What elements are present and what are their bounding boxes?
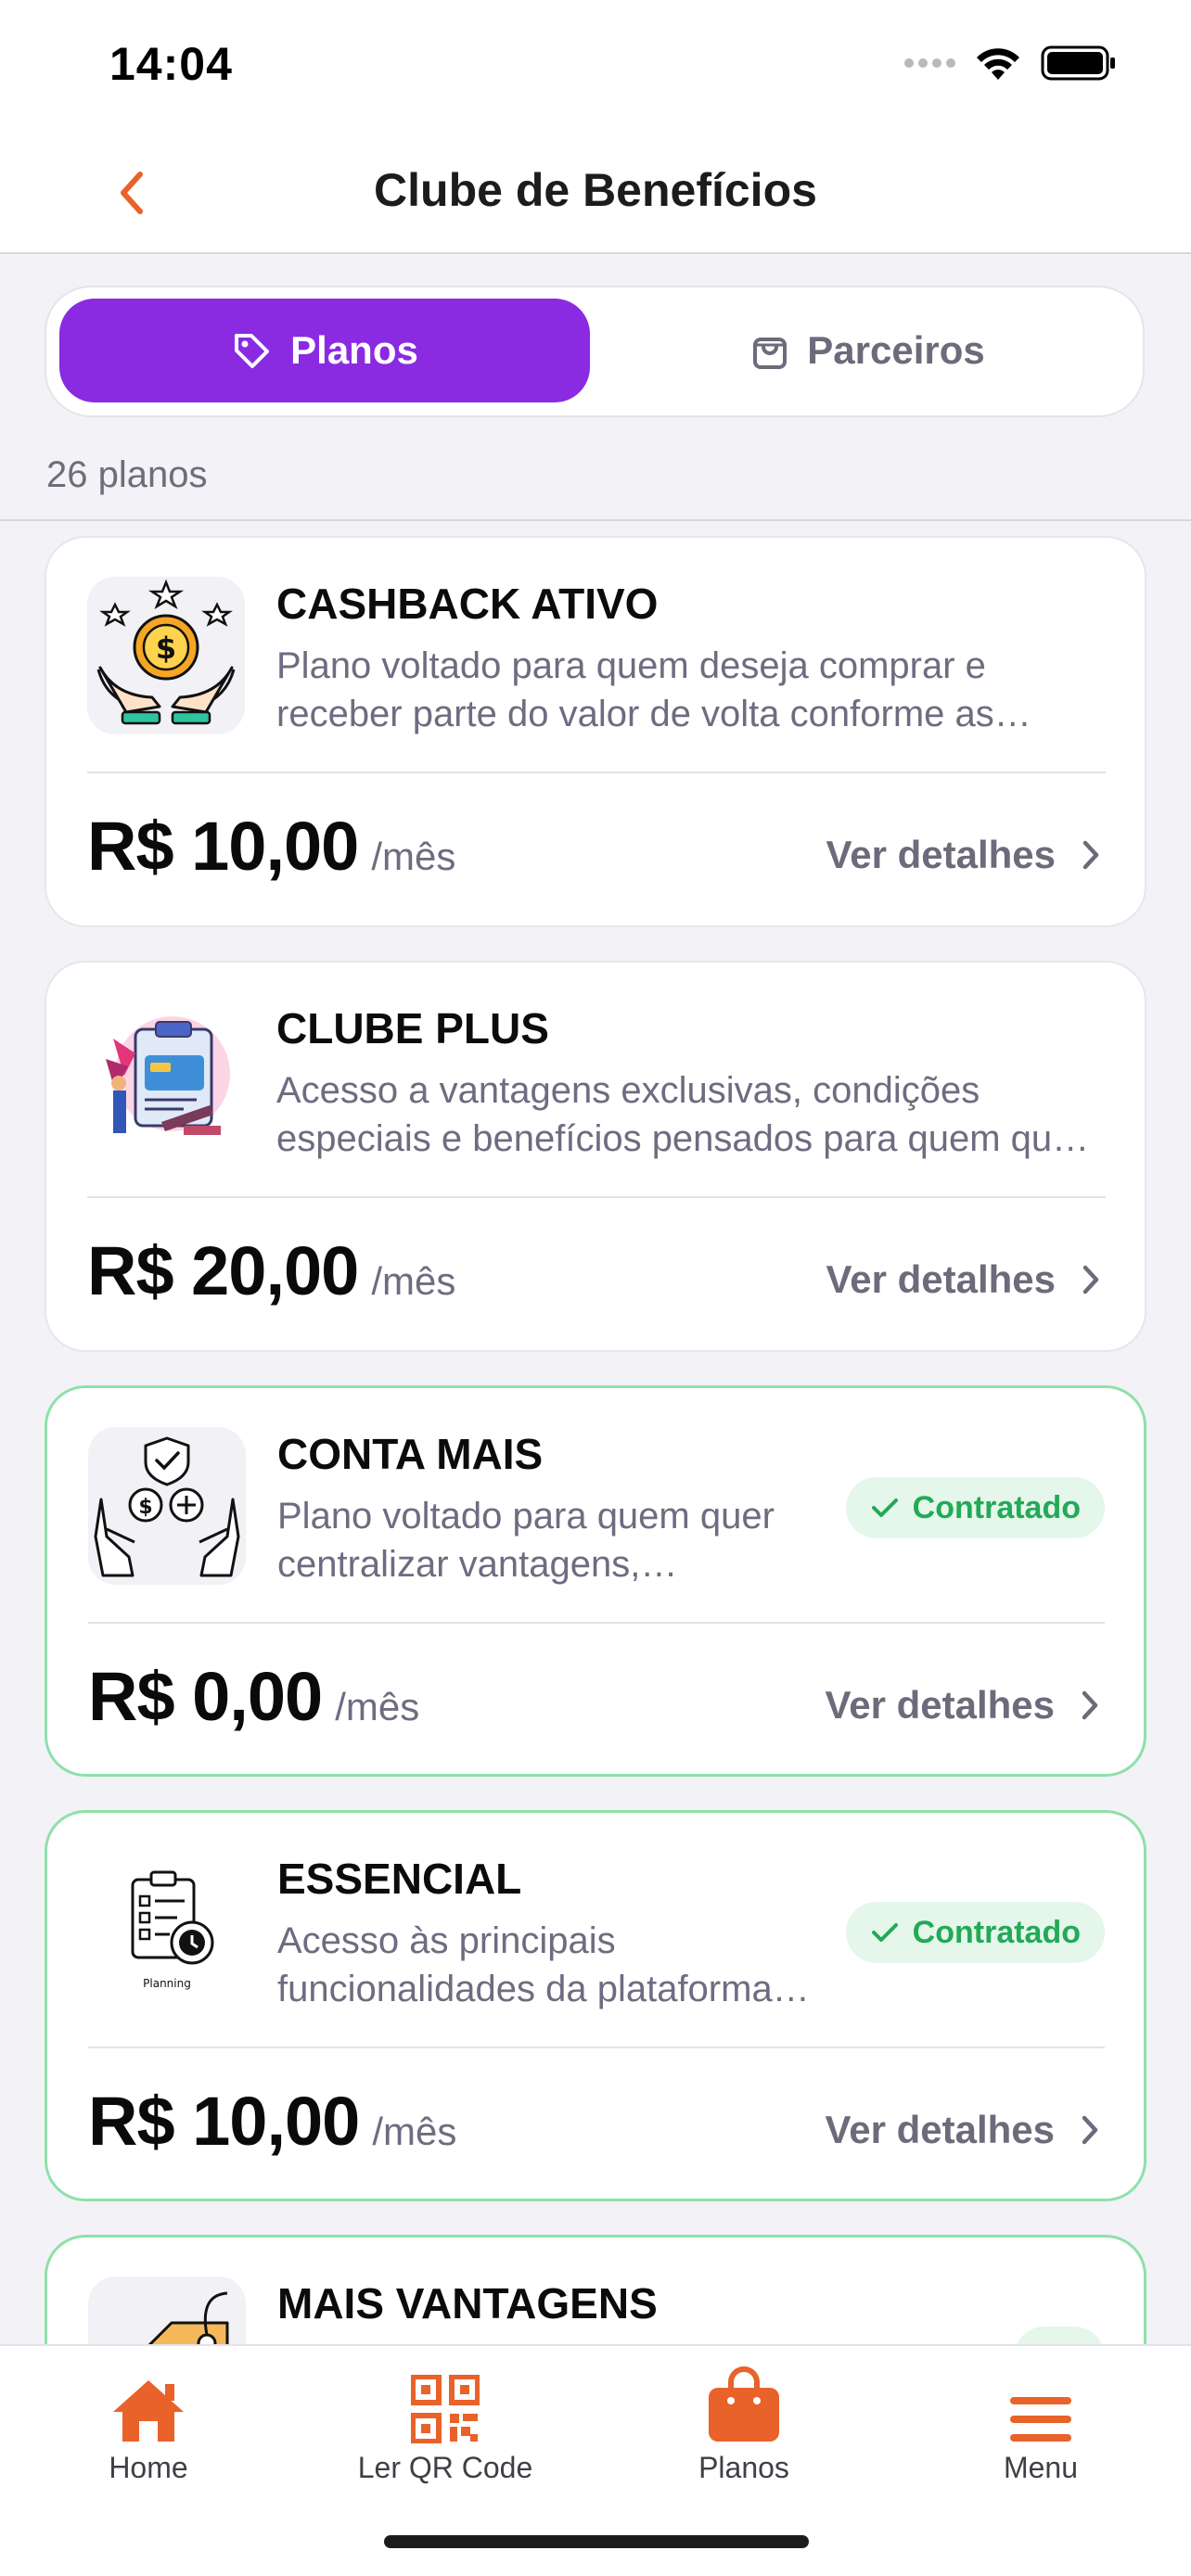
divider xyxy=(88,2047,1105,2048)
chevron-right-icon xyxy=(1082,1265,1099,1294)
navigation-bar: Clube de Benefícios xyxy=(0,130,1191,254)
view-details-label: Ver detalhes xyxy=(826,1257,1056,1301)
divider xyxy=(87,1196,1106,1198)
shopping-bag-icon xyxy=(709,2366,779,2442)
plan-card[interactable]: MAIS VANTAGENS xyxy=(45,2235,1146,2344)
divider xyxy=(88,1622,1105,1624)
view-details-label: Ver detalhes xyxy=(826,833,1056,876)
plan-description: Plano voltado para quem deseja comprar e… xyxy=(276,645,994,734)
planning-icon: Planning xyxy=(131,1870,214,1990)
plan-card[interactable]: $ CASHBACK ATIVO Plano voltado para quem… xyxy=(45,536,1146,927)
price-value: R$ 0,00 xyxy=(88,1658,323,1735)
plan-card[interactable]: Planning ESSENCIAL Acesso às principais … xyxy=(45,1810,1146,2201)
plans-count: 26 planos xyxy=(46,454,208,495)
shopping-bag-icon xyxy=(753,338,788,369)
cashback-hands-icon: $ xyxy=(87,577,245,734)
wifi-icon xyxy=(977,48,1019,80)
battery-icon xyxy=(1041,45,1115,81)
svg-text:$: $ xyxy=(156,631,176,666)
plan-description: Acesso a vantagens exclusivas, condições… xyxy=(276,1070,1085,1159)
plan-thumbnail: $ xyxy=(88,1427,246,1585)
divider xyxy=(87,772,1106,773)
price-value: R$ 20,00 xyxy=(87,1232,359,1309)
price-value: R$ 10,00 xyxy=(88,2083,360,2160)
price-tag-icon xyxy=(88,2276,246,2344)
tab-parceiros[interactable]: Parceiros xyxy=(603,299,1133,402)
view-details-label: Ver detalhes xyxy=(825,2108,1055,2151)
cellular-signal-icon xyxy=(904,58,955,68)
home-icon xyxy=(113,2380,184,2442)
plans-list[interactable]: $ CASHBACK ATIVO Plano voltado para quem… xyxy=(0,521,1191,2344)
plan-name: CLUBE PLUS xyxy=(276,1004,549,1052)
plan-name: MAIS VANTAGENS xyxy=(277,2279,658,2327)
segmented-control: Planos Parceiros xyxy=(45,286,1145,417)
price-period: /mês xyxy=(371,835,456,878)
plan-thumbnail xyxy=(87,1001,245,1159)
view-details-button[interactable]: Ver detalhes xyxy=(826,833,1100,877)
plan-card[interactable]: $ CONTA MAIS Plano voltado para quem que… xyxy=(45,1385,1146,1777)
plan-thumbnail xyxy=(88,2276,246,2344)
clipboard-card-icon xyxy=(106,1016,230,1135)
plan-price: R$ 10,00 /mês xyxy=(87,807,455,886)
chevron-right-icon xyxy=(1082,840,1099,870)
plan-price: R$ 20,00 /mês xyxy=(87,1231,455,1310)
money-exchange-icon: $ xyxy=(88,1427,246,1585)
tab-planos-label: Planos xyxy=(290,328,418,372)
plan-description: Plano voltado para quem quer centralizar… xyxy=(277,1496,775,1585)
view-details-button[interactable]: Ver detalhes xyxy=(826,2108,1099,2152)
tabbar-item-planos[interactable]: Planos xyxy=(623,2365,864,2485)
plan-price: R$ 0,00 /mês xyxy=(88,1657,419,1736)
contracted-badge xyxy=(1014,2327,1105,2344)
price-period: /mês xyxy=(335,1685,420,1728)
svg-text:$: $ xyxy=(138,1496,152,1519)
menu-icon xyxy=(1010,2397,1071,2442)
plan-description: Acesso às principais funcionalidades da … xyxy=(277,1920,773,2009)
status-bar: 14:04 xyxy=(0,0,1191,130)
contracted-badge: Contratado xyxy=(845,1477,1105,1538)
chevron-right-icon xyxy=(1082,1690,1098,1720)
tabbar-item-qr-code[interactable]: Ler QR Code xyxy=(325,2365,566,2485)
plan-name: CASHBACK ATIVO xyxy=(276,580,659,628)
qr-code-icon xyxy=(411,2375,480,2443)
tabbar-label: Ler QR Code xyxy=(357,2451,533,2484)
tabbar-label: Home xyxy=(109,2451,188,2484)
plan-price: R$ 10,00 /mês xyxy=(88,2082,456,2161)
price-period: /mês xyxy=(371,1259,456,1303)
status-icons xyxy=(904,45,1117,82)
view-details-label: Ver detalhes xyxy=(825,1683,1055,1727)
badge-label: Contratado xyxy=(912,1914,1081,1950)
price-period: /mês xyxy=(372,2110,457,2153)
chevron-right-icon xyxy=(1082,2115,1098,2145)
tabbar-label: Planos xyxy=(698,2451,789,2484)
home-indicator xyxy=(384,2535,809,2548)
status-time: 14:04 xyxy=(109,38,233,90)
checkmark-icon xyxy=(871,1923,898,1942)
tab-parceiros-label: Parceiros xyxy=(807,328,985,372)
plan-thumbnail: Planning xyxy=(88,1852,246,2009)
planning-caption: Planning xyxy=(143,1977,191,1990)
view-details-button[interactable]: Ver detalhes xyxy=(826,1257,1100,1302)
plan-name: ESSENCIAL xyxy=(277,1855,522,1903)
price-value: R$ 10,00 xyxy=(87,808,359,885)
plan-name: CONTA MAIS xyxy=(277,1430,544,1478)
tab-planos[interactable]: Planos xyxy=(59,299,590,402)
plan-card[interactable]: CLUBE PLUS Acesso a vantagens exclusivas… xyxy=(45,961,1146,1352)
badge-label: Contratado xyxy=(912,1489,1081,1525)
tabbar-item-menu[interactable]: Menu xyxy=(920,2365,1161,2485)
plan-thumbnail: $ xyxy=(87,577,245,734)
contracted-badge: Contratado xyxy=(845,1902,1105,1963)
checkmark-icon xyxy=(871,1498,898,1517)
view-details-button[interactable]: Ver detalhes xyxy=(826,1683,1099,1728)
tag-icon xyxy=(235,334,270,368)
tabbar-item-home[interactable]: Home xyxy=(28,2365,269,2485)
page-title: Clube de Benefícios xyxy=(374,164,817,216)
tabbar-label: Menu xyxy=(1003,2451,1079,2484)
